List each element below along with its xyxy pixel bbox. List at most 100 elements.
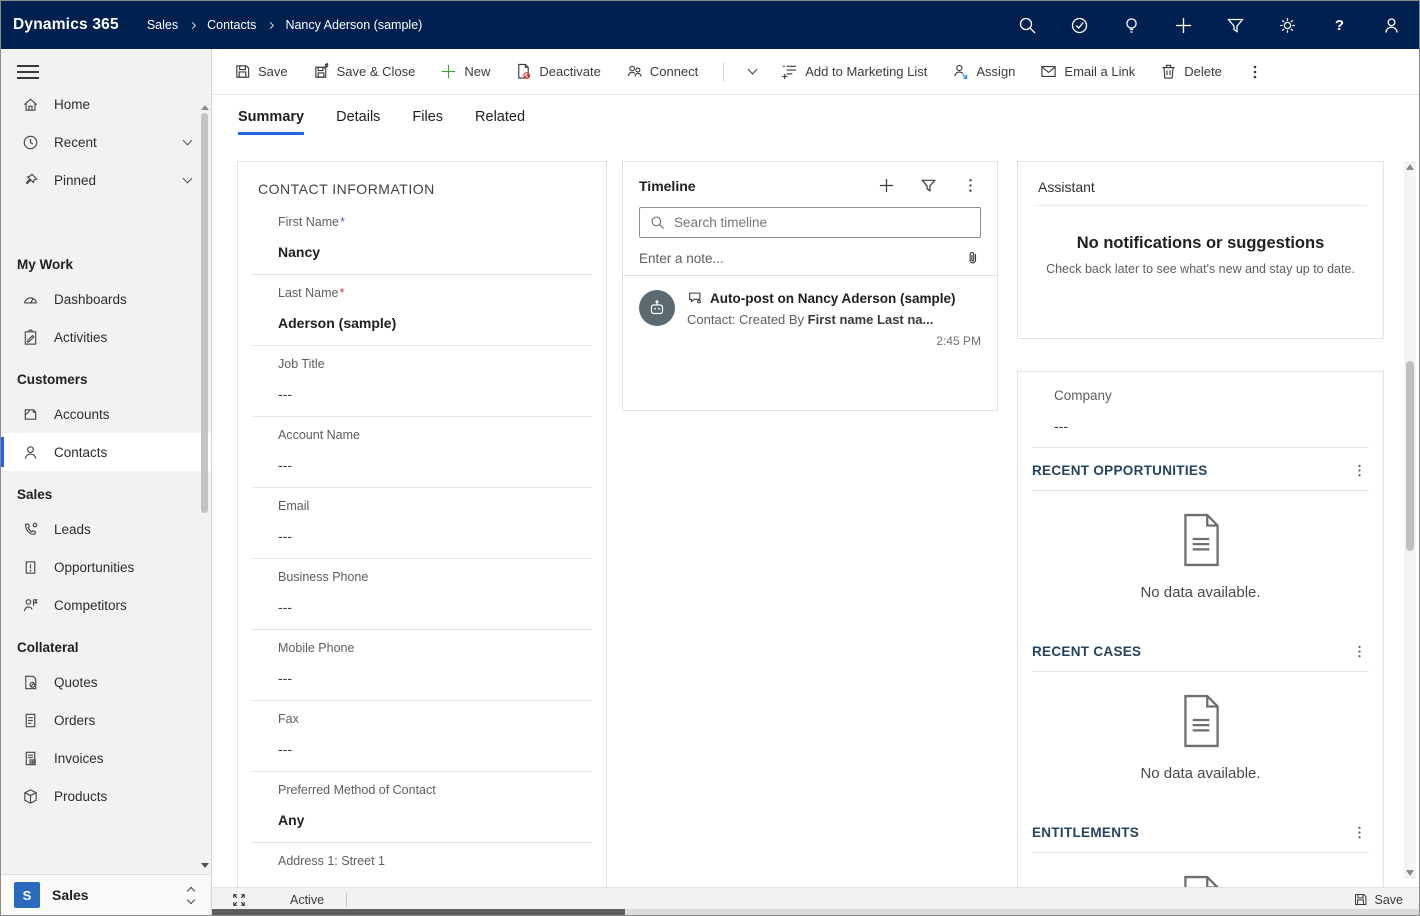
sidebar-section-collateral: Collateral — [1, 624, 211, 663]
dynamics-365-window: Dynamics 365 Sales Contacts Nancy Aderso… — [0, 0, 1420, 916]
my-tasks-icon[interactable] — [1070, 16, 1089, 35]
horizontal-scrollbar-thumb[interactable] — [212, 909, 625, 915]
help-icon[interactable]: ? — [1330, 16, 1349, 35]
sidebar-item-opportunities[interactable]: Opportunities — [1, 548, 211, 586]
timeline-post[interactable]: Auto-post on Nancy Aderson (sample) Cont… — [623, 276, 997, 348]
opportunities-icon — [22, 559, 39, 576]
scroll-down-icon[interactable] — [201, 863, 209, 868]
email-a-link-button[interactable]: Email a Link — [1040, 63, 1135, 80]
section-more-icon[interactable] — [1352, 644, 1367, 659]
connect-button[interactable]: Connect — [626, 63, 698, 80]
auto-post-bubble-icon — [687, 290, 703, 306]
timeline-more-icon[interactable] — [962, 177, 979, 194]
timeline-filter-icon[interactable] — [920, 177, 937, 194]
sidebar-scrollbar-thumb[interactable] — [201, 113, 208, 513]
timeline-search-box — [639, 207, 981, 238]
sidebar-scrollbar — [200, 103, 210, 870]
sidebar-section-sales: Sales — [1, 471, 211, 510]
statusbar-save-button[interactable]: Save — [1353, 892, 1404, 907]
save-button[interactable]: Save — [234, 63, 288, 80]
deactivate-button[interactable]: Deactivate — [515, 63, 600, 80]
chevron-right-icon — [267, 21, 274, 28]
hamburger-menu-icon[interactable] — [17, 63, 39, 81]
quotes-icon — [22, 674, 39, 691]
timeline-add-icon[interactable] — [878, 177, 895, 194]
sidebar-item-invoices[interactable]: Invoices — [1, 739, 211, 777]
timeline-search-input[interactable] — [674, 215, 970, 230]
sidebar-item-accounts[interactable]: Accounts — [1, 395, 211, 433]
assistant-empty-subtitle: Check back later to see what's new and s… — [1018, 262, 1383, 276]
sidebar-item-dashboards[interactable]: Dashboards — [1, 280, 211, 318]
section-more-icon[interactable] — [1352, 825, 1367, 840]
field-value[interactable]: --- — [278, 527, 592, 545]
save-icon — [1353, 892, 1368, 907]
save-icon — [234, 63, 251, 80]
connect-split-chevron-icon[interactable] — [748, 65, 758, 75]
field-value[interactable]: Nancy — [278, 243, 592, 261]
breadcrumb-area[interactable]: Sales — [147, 18, 178, 32]
section-more-icon[interactable] — [1352, 463, 1367, 478]
command-bar: Save Save & Close New Deactivate Connect… — [212, 49, 1419, 95]
tab-files[interactable]: Files — [412, 109, 443, 135]
pin-icon — [22, 172, 39, 189]
chevron-down-icon[interactable] — [183, 174, 193, 184]
note-entry-row[interactable]: Enter a note... — [639, 250, 981, 266]
expand-form-icon[interactable] — [232, 893, 246, 907]
sidebar-item-competitors[interactable]: Competitors — [1, 586, 211, 624]
settings-icon[interactable] — [1278, 16, 1297, 35]
sidebar-item-activities[interactable]: Activities — [1, 318, 211, 356]
scroll-up-icon[interactable] — [1406, 164, 1414, 170]
tab-summary[interactable]: Summary — [238, 109, 304, 135]
add-to-marketing-list-button[interactable]: Add to Marketing List — [781, 63, 927, 80]
sidebar-item-pinned[interactable]: Pinned — [1, 161, 211, 199]
insights-icon[interactable] — [1122, 16, 1141, 35]
save-and-close-button[interactable]: Save & Close — [313, 63, 416, 80]
field-label: Email — [278, 498, 592, 515]
new-button[interactable]: New — [440, 63, 490, 80]
account-icon[interactable] — [1382, 16, 1401, 35]
tab-related[interactable]: Related — [475, 109, 525, 135]
sidebar-item-leads[interactable]: Leads — [1, 510, 211, 548]
contacts-icon — [22, 444, 39, 461]
command-overflow-button[interactable] — [1247, 64, 1263, 80]
scroll-down-icon[interactable] — [1406, 870, 1414, 876]
sidebar-item-recent[interactable]: Recent — [1, 123, 211, 161]
search-icon — [650, 215, 665, 230]
sidebar-item-products[interactable]: Products — [1, 777, 211, 815]
tab-details[interactable]: Details — [336, 109, 380, 135]
sidebar-item-home[interactable]: Home — [1, 85, 211, 123]
field-value[interactable]: --- — [278, 598, 592, 616]
field-value[interactable]: Any — [278, 811, 592, 829]
field-value[interactable]: --- — [278, 669, 592, 687]
site-map-sidebar: Home Recent Pinned My Work Dashboards Ac… — [1, 49, 212, 915]
field-value[interactable]: Aderson (sample) — [278, 314, 592, 332]
filter-icon[interactable] — [1226, 16, 1245, 35]
field-value[interactable]: --- — [278, 456, 592, 474]
field-label: Mobile Phone — [278, 640, 592, 657]
assign-button[interactable]: Assign — [952, 63, 1015, 80]
add-icon[interactable] — [1174, 16, 1193, 35]
breadcrumb-record[interactable]: Nancy Aderson (sample) — [285, 18, 422, 32]
field-value[interactable]: --- — [278, 385, 592, 403]
top-icon-group: ? — [1018, 16, 1401, 35]
dynamics-365-logo[interactable]: Dynamics 365 — [13, 16, 119, 34]
main-scrollbar-thumb[interactable] — [1406, 361, 1414, 551]
field-value[interactable]: --- — [278, 740, 592, 758]
chevron-down-icon[interactable] — [183, 136, 193, 146]
note-placeholder: Enter a note... — [639, 251, 724, 266]
connect-icon — [626, 63, 643, 80]
more-vertical-icon — [1247, 64, 1263, 80]
breadcrumb-entity[interactable]: Contacts — [207, 18, 256, 32]
sidebar-item-quotes[interactable]: Quotes — [1, 663, 211, 701]
form-status-bar: Active Save — [212, 887, 1419, 915]
company-field-value[interactable]: --- — [1018, 403, 1383, 447]
required-asterisk: * — [339, 286, 344, 300]
delete-button[interactable]: Delete — [1160, 63, 1222, 80]
scroll-up-icon[interactable] — [201, 105, 209, 110]
sidebar-item-contacts[interactable]: Contacts — [1, 433, 211, 471]
attach-paperclip-icon[interactable] — [965, 250, 981, 266]
search-icon[interactable] — [1018, 16, 1037, 35]
sidebar-item-orders[interactable]: Orders — [1, 701, 211, 739]
field-label: Address 1: Street 1 — [278, 853, 592, 870]
area-switcher[interactable]: S Sales — [1, 874, 210, 915]
